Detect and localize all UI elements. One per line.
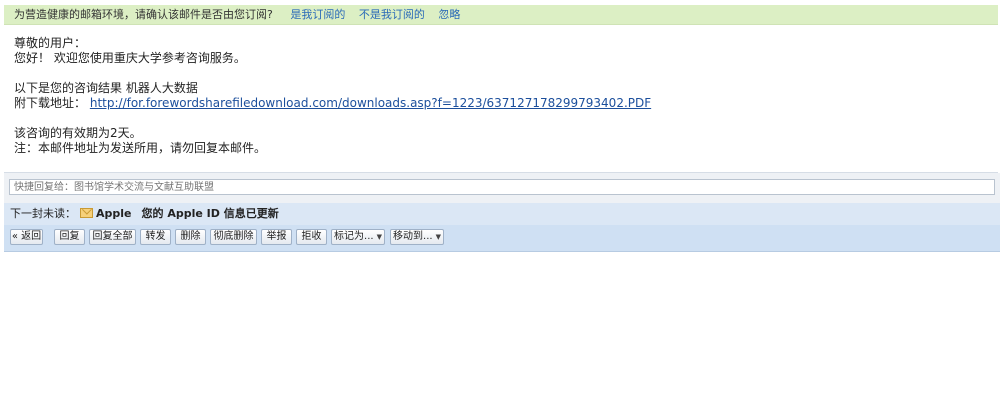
option-subscribed-link[interactable]: 是我订阅的 xyxy=(290,8,345,21)
subscription-question: 为营造健康的邮箱环境，请确认该邮件是否由您订阅? xyxy=(14,8,273,21)
chevron-down-icon: ▼ xyxy=(435,233,441,241)
mark-as-dropdown[interactable]: 标记为... ▼ xyxy=(331,229,385,245)
mail-reader: 为营造健康的邮箱环境，请确认该邮件是否由您订阅? 是我订阅的 不是我订阅的 忽略… xyxy=(4,0,1000,417)
next-unread-bar: 下一封未读： Apple 您的 Apple ID 信息已更新 xyxy=(4,203,1000,225)
forward-button[interactable]: 转发 xyxy=(140,229,171,245)
mail-result-line: 以下是您的咨询结果 机器人大数据 xyxy=(14,81,198,95)
next-unread-subject[interactable]: 您的 Apple ID 信息已更新 xyxy=(142,207,279,220)
mail-welcome: 您好！ 欢迎您使用重庆大学参考咨询服务。 xyxy=(14,51,246,65)
option-ignore-link[interactable]: 忽略 xyxy=(438,8,460,21)
mail-download-line: 附下载地址： http://for.forewordsharefiledownl… xyxy=(14,96,651,111)
mark-as-label: 标记为... xyxy=(334,231,374,242)
report-button[interactable]: 举报 xyxy=(261,229,292,245)
mail-note: 注：本邮件地址为发送所用，请勿回复本邮件。 xyxy=(14,141,267,155)
envelope-icon xyxy=(80,208,93,218)
mail-greeting: 尊敬的用户： xyxy=(14,36,87,50)
quick-reply-input[interactable] xyxy=(9,179,995,195)
download-link[interactable]: http://for.forewordsharefiledownload.com… xyxy=(90,96,651,110)
move-to-label: 移动到... xyxy=(393,231,433,242)
mail-toolbar: « 返回 回复 回复全部 转发 删除 彻底删除 举报 拒收 标记为... ▼ 移动… xyxy=(4,225,1000,252)
download-label: 附下载地址： xyxy=(14,96,87,110)
quick-reply-bar xyxy=(4,173,1000,203)
chevron-down-icon: ▼ xyxy=(376,233,382,241)
back-button[interactable]: « 返回 xyxy=(10,229,43,245)
next-unread-label: 下一封未读： xyxy=(10,207,76,220)
permanent-delete-button[interactable]: 彻底删除 xyxy=(210,229,257,245)
move-to-dropdown[interactable]: 移动到... ▼ xyxy=(390,229,444,245)
mail-validity: 该咨询的有效期为2天。 xyxy=(14,126,142,140)
reply-all-button[interactable]: 回复全部 xyxy=(89,229,136,245)
delete-button[interactable]: 删除 xyxy=(175,229,206,245)
subscription-notice-bar: 为营造健康的邮箱环境，请确认该邮件是否由您订阅? 是我订阅的 不是我订阅的 忽略 xyxy=(4,5,998,25)
mail-body: 尊敬的用户： 您好！ 欢迎您使用重庆大学参考咨询服务。 以下是您的咨询结果 机器… xyxy=(14,36,651,156)
reply-button[interactable]: 回复 xyxy=(54,229,85,245)
option-not-subscribed-link[interactable]: 不是我订阅的 xyxy=(359,8,425,21)
reject-button[interactable]: 拒收 xyxy=(296,229,327,245)
next-unread-sender[interactable]: Apple xyxy=(96,207,132,220)
